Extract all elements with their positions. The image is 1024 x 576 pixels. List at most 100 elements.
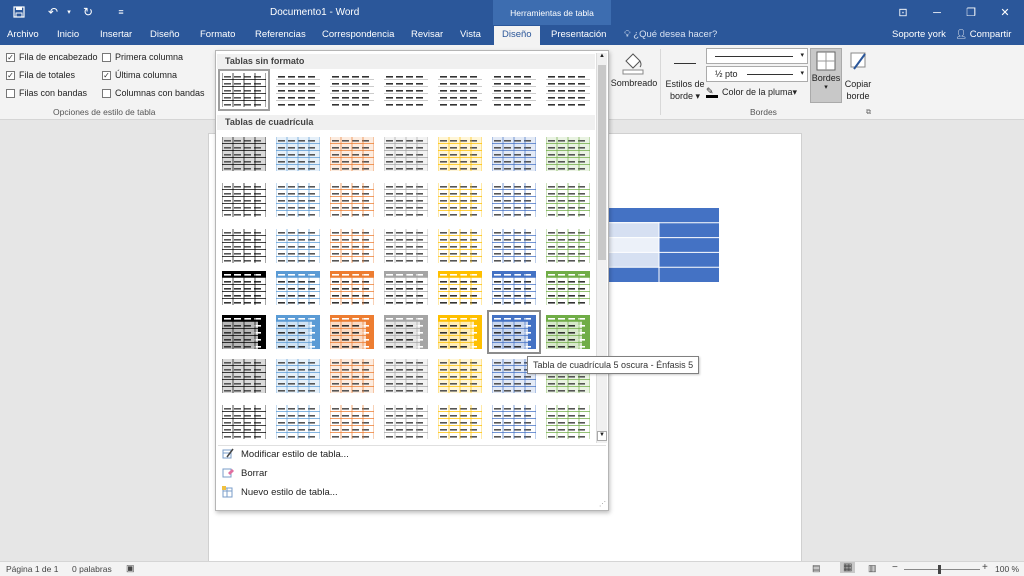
checkbox-fila-totales[interactable]: ✓ Fila de totales (6, 70, 75, 80)
style-thumbnail-grid-4-7[interactable] (545, 270, 591, 306)
style-thumbnail-grid-3-3[interactable] (329, 228, 375, 264)
style-thumbnail-grid-4-2[interactable] (275, 270, 321, 306)
bordes-button[interactable]: Bordes ▾ (810, 48, 842, 103)
style-thumbnail-grid-3-2[interactable] (275, 228, 321, 264)
tab-revisar[interactable]: Revisar (411, 29, 443, 40)
tab-archivo[interactable]: Archivo (7, 29, 39, 40)
shading-bucket-icon[interactable] (620, 49, 646, 75)
style-thumbnail-plain-7[interactable] (546, 72, 590, 108)
style-thumbnail-plain-5[interactable] (438, 72, 482, 108)
style-thumbnail-grid-1-1[interactable] (221, 136, 267, 172)
style-thumbnail-grid-7-7[interactable] (545, 404, 591, 440)
tab-presentacion[interactable]: Presentación (551, 29, 606, 40)
zoom-slider-thumb[interactable] (938, 565, 941, 574)
sombreado-label[interactable]: Sombreado (609, 78, 659, 88)
web-layout-icon[interactable]: ▥ (868, 563, 877, 574)
tell-me-search[interactable]: 💡︎ ¿Qué desea hacer? (624, 29, 717, 40)
style-thumbnail-grid-6-2[interactable] (275, 358, 321, 394)
style-thumbnail-grid-2-6[interactable] (491, 182, 537, 218)
document-table[interactable] (609, 208, 719, 282)
resize-grip-icon[interactable]: ⋰ (599, 500, 606, 508)
style-thumbnail-grid-1-6[interactable] (491, 136, 537, 172)
style-thumbnail-grid-1-3[interactable] (329, 136, 375, 172)
proofing-icon[interactable]: ▣ (126, 563, 135, 574)
tab-vista[interactable]: Vista (460, 29, 481, 40)
account-name[interactable]: Soporte york (892, 29, 946, 40)
style-thumbnail-grid-2-2[interactable] (275, 182, 321, 218)
style-thumbnail-plain-6[interactable] (492, 72, 536, 108)
style-thumbnail-grid-7-5[interactable] (437, 404, 483, 440)
style-thumbnail-grid-1-2[interactable] (275, 136, 321, 172)
zoom-slider[interactable] (904, 569, 980, 570)
tab-diseno[interactable]: Diseño (150, 29, 180, 40)
style-thumbnail-grid-6-4[interactable] (383, 358, 429, 394)
scroll-up-icon[interactable]: ▲ (597, 53, 607, 63)
restore-icon[interactable]: ❐ (954, 0, 988, 25)
estilos-borde-button[interactable]: Estilos de borde ▾ (663, 78, 707, 102)
tab-correspondencia[interactable]: Correspondencia (322, 29, 394, 40)
zoom-level[interactable]: 100 % (995, 564, 1019, 574)
style-thumbnail-grid-4-6[interactable] (491, 270, 537, 306)
tab-insertar[interactable]: Insertar (100, 29, 132, 40)
zoom-out-icon[interactable]: − (892, 562, 898, 573)
read-mode-icon[interactable]: ▤ (812, 563, 821, 574)
line-weight-dropdown[interactable]: ½ pto ▾ (706, 66, 808, 82)
tab-inicio[interactable]: Inicio (57, 29, 79, 40)
style-thumbnail-grid-5-5[interactable] (437, 314, 483, 350)
word-count[interactable]: 0 palabras (72, 564, 112, 574)
style-thumbnail-grid-1-4[interactable] (383, 136, 429, 172)
minimize-icon[interactable]: ─ (920, 0, 954, 25)
style-thumbnail-grid-2-4[interactable] (383, 182, 429, 218)
save-icon[interactable] (8, 3, 30, 21)
style-thumbnail-grid-5-4[interactable] (383, 314, 429, 350)
menu-nuevo-estilo[interactable]: Nuevo estilo de tabla... (222, 483, 582, 501)
style-thumbnail-grid-4-1[interactable] (221, 270, 267, 306)
style-thumbnail-plain-1[interactable] (218, 69, 270, 111)
checkbox-columnas-bandas[interactable]: Columnas con bandas (102, 88, 205, 98)
zoom-in-icon[interactable]: + (982, 562, 988, 573)
style-thumbnail-grid-5-6[interactable] (487, 310, 541, 354)
style-thumbnail-grid-2-7[interactable] (545, 182, 591, 218)
style-thumbnail-grid-3-1[interactable] (221, 228, 267, 264)
copiar-borde-button[interactable]: Copiar borde (840, 78, 876, 102)
style-thumbnail-grid-6-3[interactable] (329, 358, 375, 394)
tab-formato[interactable]: Formato (200, 29, 235, 40)
style-thumbnail-grid-3-4[interactable] (383, 228, 429, 264)
checkbox-filas-bandas[interactable]: Filas con bandas (6, 88, 87, 98)
ribbon-display-options-icon[interactable]: ⊡ (886, 0, 920, 25)
style-thumbnail-grid-5-1[interactable] (221, 314, 267, 350)
border-painter-icon[interactable] (848, 51, 868, 73)
style-thumbnail-grid-7-4[interactable] (383, 404, 429, 440)
checkbox-fila-encabezado[interactable]: ✓ Fila de encabezado (6, 52, 98, 62)
style-thumbnail-grid-4-4[interactable] (383, 270, 429, 306)
style-thumbnail-plain-2[interactable] (276, 72, 320, 108)
style-thumbnail-grid-5-3[interactable] (329, 314, 375, 350)
gallery-scrollbar[interactable]: ▲ ▼ (596, 53, 607, 443)
menu-modificar-estilo[interactable]: Modificar estilo de tabla... (222, 445, 582, 463)
page-counter[interactable]: Página 1 de 1 (6, 564, 58, 574)
pen-color-button[interactable]: ✎ Color de la pluma ▾ (706, 86, 797, 98)
style-thumbnail-grid-6-5[interactable] (437, 358, 483, 394)
checkbox-ultima-columna[interactable]: ✓ Última columna (102, 70, 177, 80)
scroll-thumb[interactable] (598, 65, 606, 260)
style-thumbnail-grid-5-7[interactable] (545, 314, 591, 350)
style-thumbnail-grid-2-3[interactable] (329, 182, 375, 218)
share-button[interactable]: 👤︎ Compartir (955, 29, 1011, 40)
close-icon[interactable]: ✕ (988, 0, 1022, 25)
style-thumbnail-grid-7-3[interactable] (329, 404, 375, 440)
style-thumbnail-grid-1-5[interactable] (437, 136, 483, 172)
style-thumbnail-plain-4[interactable] (384, 72, 428, 108)
tab-referencias[interactable]: Referencias (255, 29, 306, 40)
style-thumbnail-grid-7-1[interactable] (221, 404, 267, 440)
style-thumbnail-grid-3-5[interactable] (437, 228, 483, 264)
style-thumbnail-grid-5-2[interactable] (275, 314, 321, 350)
print-layout-icon[interactable]: ▦ (840, 562, 856, 573)
style-thumbnail-grid-2-1[interactable] (221, 182, 267, 218)
style-thumbnail-plain-3[interactable] (330, 72, 374, 108)
customize-quick-access-icon[interactable]: ≡ (110, 3, 132, 21)
scroll-down-icon[interactable]: ▼ (597, 431, 607, 441)
style-thumbnail-grid-4-5[interactable] (437, 270, 483, 306)
style-thumbnail-grid-7-6[interactable] (491, 404, 537, 440)
checkbox-primera-columna[interactable]: Primera columna (102, 52, 183, 62)
menu-borrar[interactable]: Borrar (222, 464, 582, 482)
